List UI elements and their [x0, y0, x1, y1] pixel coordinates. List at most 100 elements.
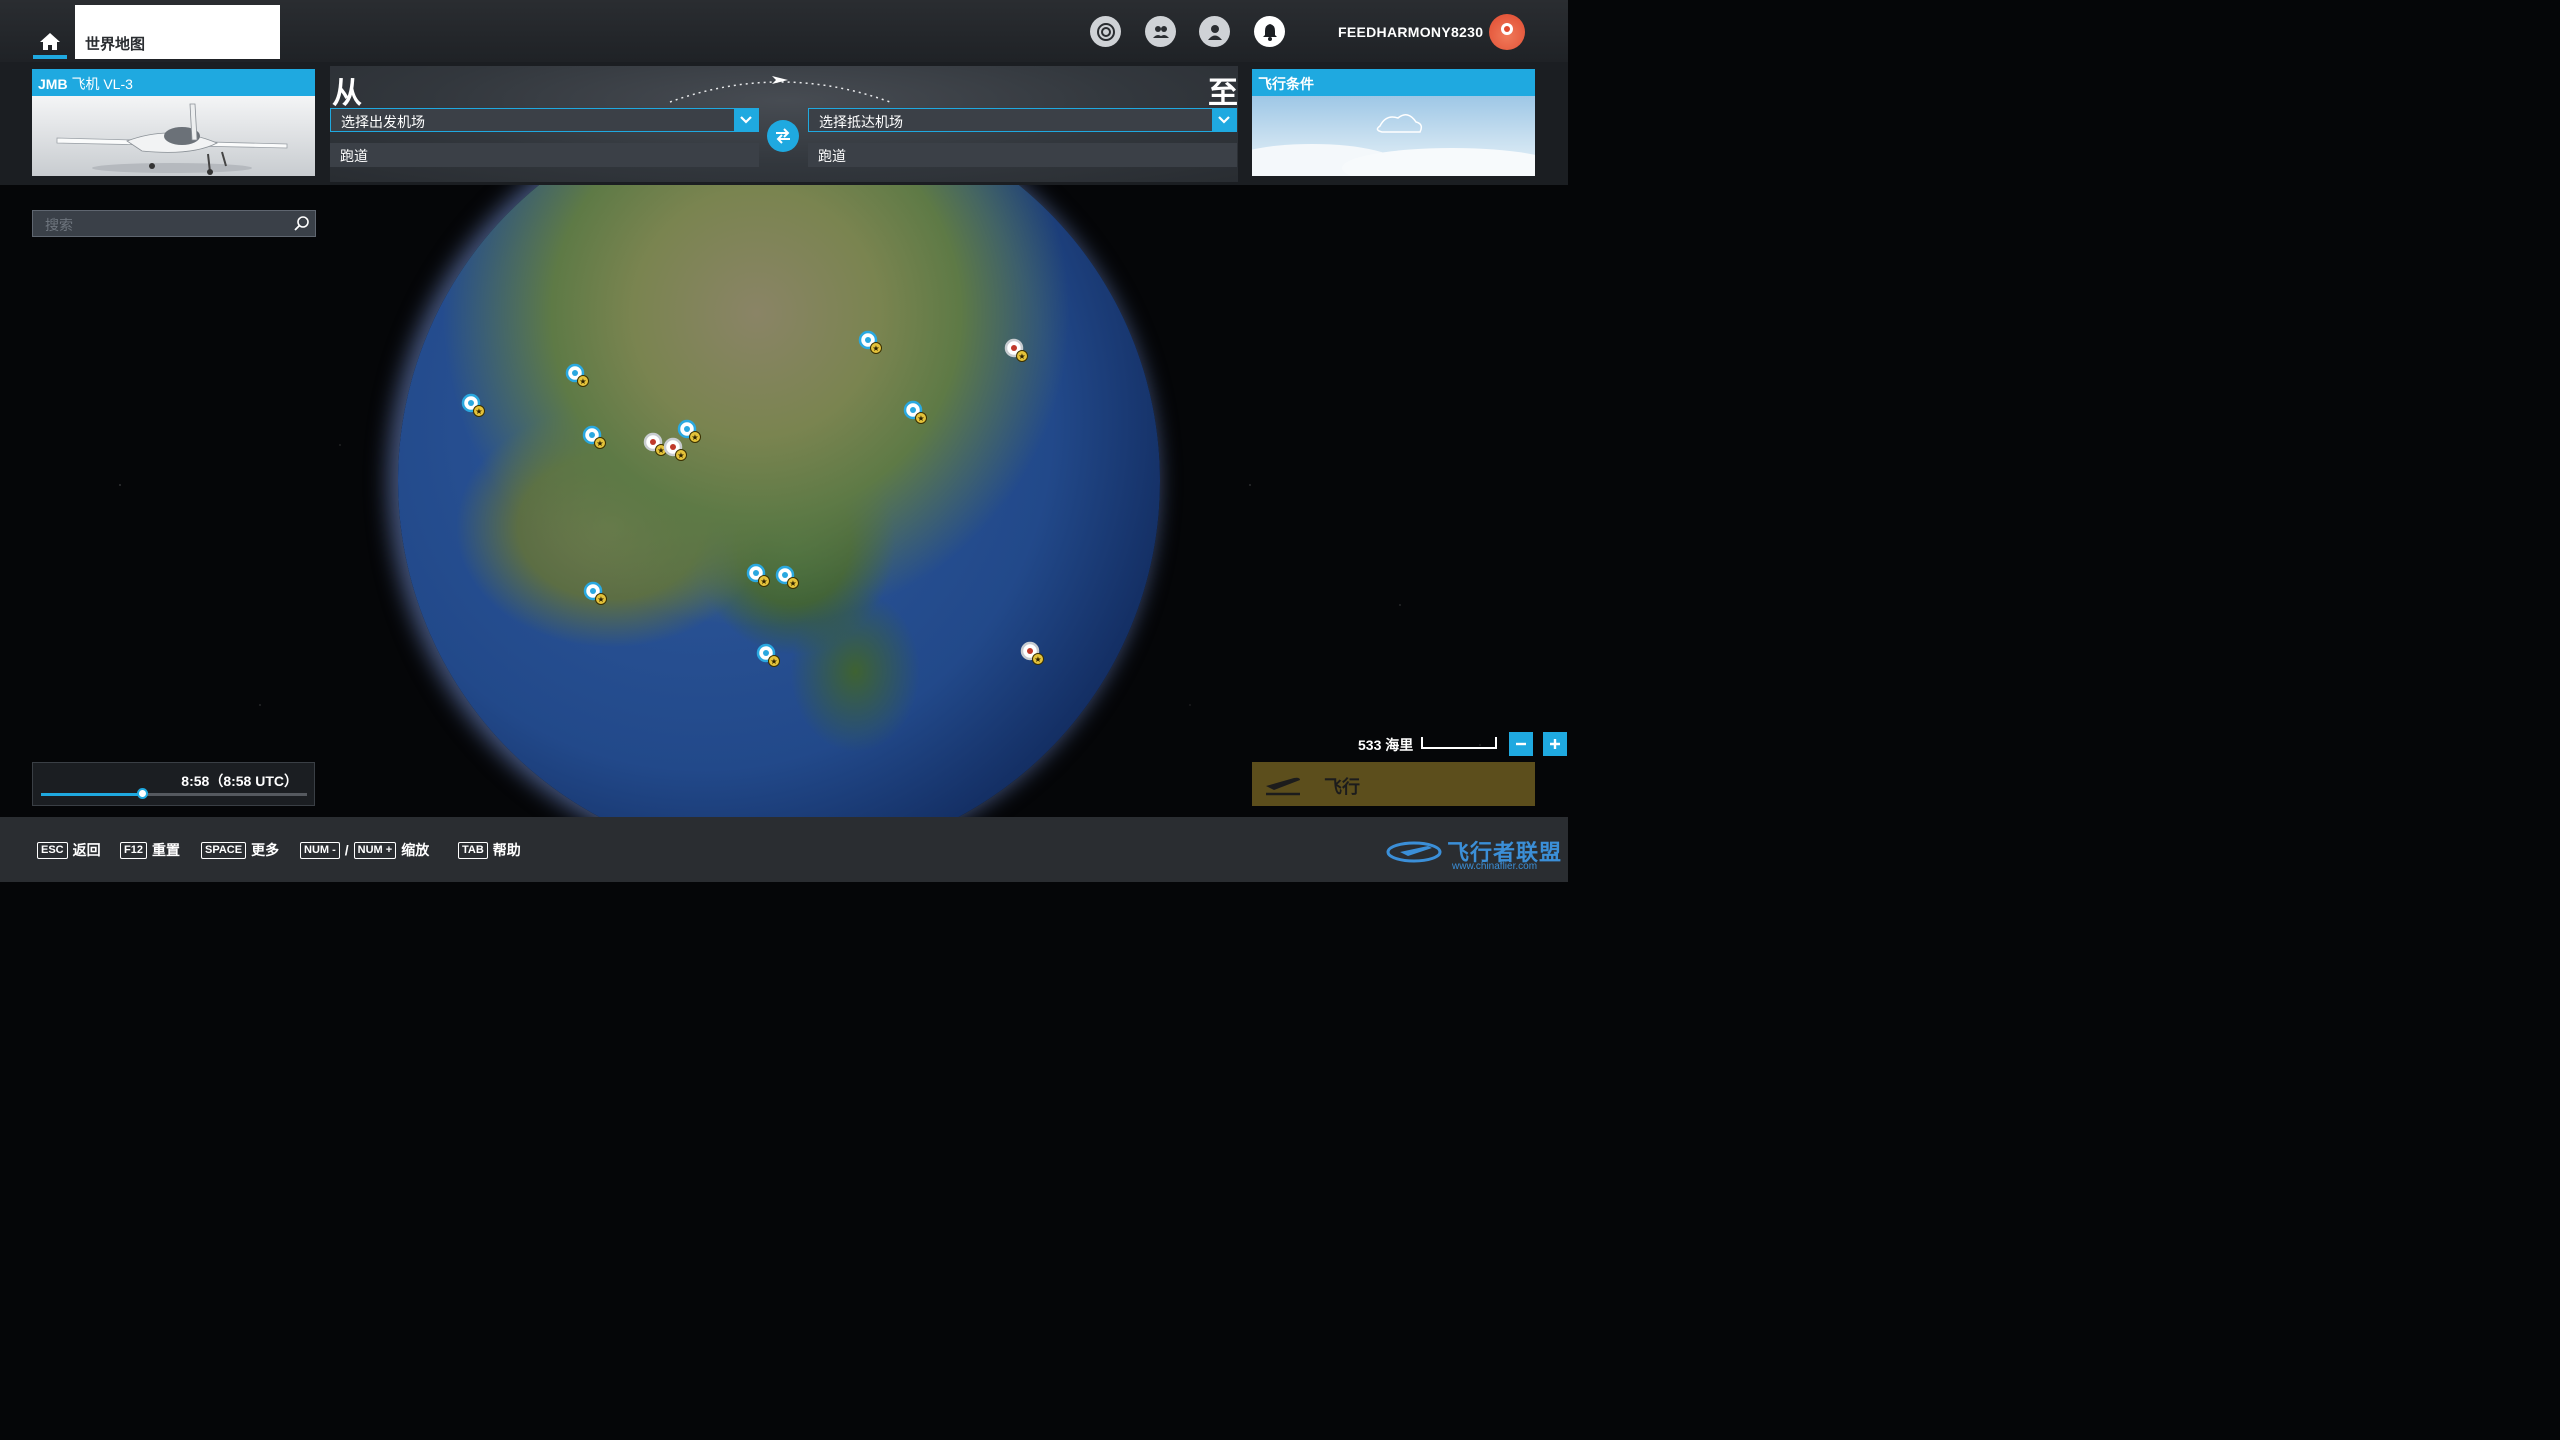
key-esc: ESC — [37, 841, 68, 859]
arrival-airport-value: 选择抵达机场 — [819, 114, 903, 130]
hint-reset-label: 重置 — [151, 842, 180, 858]
svg-text:★: ★ — [677, 451, 684, 460]
weather-image — [1252, 96, 1535, 176]
map-scale-label: 533 海里 — [1358, 737, 1414, 753]
airport-pin-icon[interactable]: ★ — [756, 643, 780, 667]
time-slider[interactable] — [41, 788, 307, 799]
landing-challenge-icon[interactable]: ★ — [1020, 641, 1044, 665]
svg-text:★: ★ — [475, 407, 482, 416]
key-num-plus: NUM + — [353, 841, 397, 859]
airport-pin-icon[interactable]: ★ — [858, 330, 882, 354]
zoom-in-button[interactable] — [1543, 732, 1567, 756]
key-f12: F12 — [120, 841, 147, 859]
aircraft-selector[interactable]: JMB 飞机 VL-3 — [32, 69, 315, 176]
swap-airports-button[interactable] — [767, 120, 799, 152]
flight-conditions-card[interactable]: 飞行条件 — [1252, 69, 1535, 176]
departure-dropdown-button[interactable] — [734, 109, 758, 131]
hint-help[interactable]: TAB 帮助 — [458, 840, 521, 860]
hint-back-label: 返回 — [72, 842, 101, 858]
chevron-down-icon — [740, 116, 752, 124]
svg-text:★: ★ — [770, 657, 777, 666]
hint-more[interactable]: SPACE 更多 — [201, 840, 279, 860]
map-scale-bar — [1421, 737, 1497, 749]
svg-text:★: ★ — [760, 577, 767, 586]
flight-conditions-title: 飞行条件 — [1252, 69, 1535, 96]
svg-text:★: ★ — [597, 595, 604, 604]
activity-button[interactable] — [1090, 16, 1121, 47]
svg-text:★: ★ — [596, 439, 603, 448]
landing-challenge-icon[interactable]: ★ — [643, 432, 667, 456]
search-placeholder: 搜索 — [45, 217, 73, 233]
hint-zoom[interactable]: NUM - / NUM + 缩放 — [300, 840, 429, 860]
key-tab: TAB — [458, 841, 488, 859]
departure-airport-select[interactable]: 选择出发机场 — [330, 108, 759, 132]
route-arc — [669, 76, 891, 103]
hint-zoom-label: 缩放 — [401, 842, 430, 858]
home-button[interactable] — [36, 28, 64, 58]
takeoff-icon — [1266, 777, 1300, 796]
airport-pin-icon[interactable]: ★ — [461, 393, 485, 417]
landing-challenge-icon[interactable]: ★ — [663, 437, 687, 461]
fly-button[interactable]: 飞行 — [1252, 762, 1535, 806]
svg-text:★: ★ — [691, 433, 698, 442]
arrival-airport-select[interactable]: 选择抵达机场 — [808, 108, 1237, 132]
time-readout: 8:58（8:58 UTC） — [181, 773, 298, 789]
home-icon — [40, 33, 60, 50]
svg-text:★: ★ — [917, 414, 924, 423]
watermark-url: www.chinaflier.com — [1452, 861, 1538, 872]
key-num-minus: NUM - — [300, 841, 340, 859]
departure-runway-select[interactable]: 跑道 — [330, 143, 759, 167]
search-input[interactable]: 搜索 — [32, 210, 316, 237]
hint-reset[interactable]: F12 重置 — [120, 840, 180, 860]
arrival-dropdown-button[interactable] — [1212, 109, 1236, 131]
profile-button[interactable] — [1199, 16, 1230, 47]
activity-icon — [1096, 22, 1115, 41]
airport-pin-icon[interactable]: ★ — [583, 581, 607, 605]
aircraft-type: 飞机 — [71, 76, 100, 92]
svg-text:★: ★ — [657, 446, 664, 455]
avatar-face-icon — [1501, 23, 1513, 35]
airport-pin-icon[interactable]: ★ — [582, 425, 606, 449]
airport-pin-icon[interactable]: ★ — [677, 419, 701, 443]
bell-icon — [1262, 23, 1277, 41]
airport-pin-icon[interactable]: ★ — [746, 563, 770, 587]
svg-text:★: ★ — [1034, 655, 1041, 664]
search-icon[interactable] — [293, 215, 311, 233]
notifications-button[interactable] — [1254, 16, 1285, 47]
minus-icon — [1516, 742, 1526, 746]
chevron-down-icon — [1218, 116, 1230, 124]
aircraft-image — [32, 96, 315, 176]
username[interactable]: FEEDHARMONY8230 — [1338, 24, 1483, 40]
aircraft-title: JMB 飞机 VL-3 — [32, 69, 315, 96]
airport-pin-icon[interactable]: ★ — [775, 565, 799, 589]
zoom-out-button[interactable] — [1509, 732, 1533, 756]
active-tab-indicator — [33, 55, 67, 59]
plus-icon — [1550, 739, 1560, 749]
world-map-viewport[interactable]: ★ ★ ★ ★ ★ ★ ★ ★ ★ ★ ★ ★ ★ ★ — [0, 185, 1568, 817]
svg-text:★: ★ — [872, 344, 879, 353]
to-label: 至 — [1208, 77, 1238, 110]
svg-text:★: ★ — [789, 579, 796, 588]
friends-button[interactable] — [1145, 16, 1176, 47]
tab-world-map[interactable]: 世界地图 — [75, 5, 280, 59]
arrival-runway-select[interactable]: 跑道 — [808, 143, 1237, 167]
landing-challenge-icon[interactable]: ★ — [1004, 338, 1028, 362]
time-of-day-panel: 8:58（8:58 UTC） — [32, 762, 315, 806]
profile-icon — [1207, 24, 1222, 40]
avatar[interactable] — [1489, 14, 1525, 50]
chinaflier-logo-icon — [1386, 841, 1442, 863]
time-slider-handle[interactable] — [137, 788, 149, 799]
airport-pin-icon[interactable]: ★ — [565, 363, 589, 387]
airport-pin-icon[interactable]: ★ — [903, 400, 927, 424]
departure-airport-value: 选择出发机场 — [341, 114, 425, 130]
from-label: 从 — [332, 77, 362, 110]
time-slider-fill — [41, 793, 143, 796]
hint-more-label: 更多 — [251, 842, 280, 858]
svg-text:★: ★ — [1018, 352, 1025, 361]
hint-back[interactable]: ESC 返回 — [37, 840, 101, 860]
key-space: SPACE — [201, 841, 247, 859]
map-pins: ★ ★ ★ ★ ★ ★ ★ ★ ★ ★ ★ ★ ★ ★ — [461, 330, 1044, 667]
svg-text:★: ★ — [579, 377, 586, 386]
friends-icon — [1152, 25, 1169, 38]
aircraft-model: VL-3 — [103, 76, 133, 92]
